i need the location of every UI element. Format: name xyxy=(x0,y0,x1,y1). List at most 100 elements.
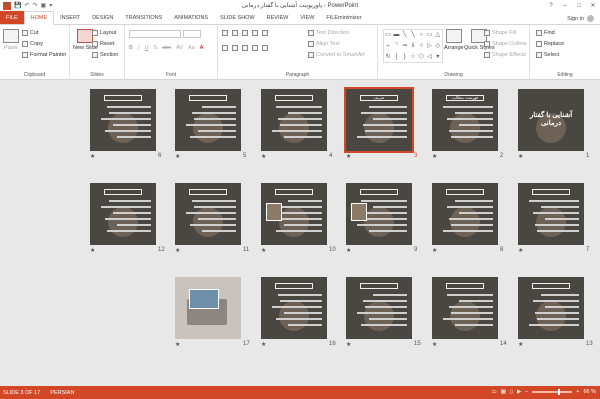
shape-option[interactable]: ▭ xyxy=(384,30,392,41)
transition-star-icon[interactable]: ★ xyxy=(518,341,523,348)
minimize-button[interactable]: – xyxy=(558,0,572,11)
slide-thumbnail[interactable] xyxy=(90,183,156,245)
tab-transitions[interactable]: TRANSITIONS xyxy=(119,11,168,24)
customize-toolbar-icon[interactable]: ▾ xyxy=(49,3,52,9)
maximize-button[interactable]: □ xyxy=(572,0,586,11)
slide-thumbnail[interactable] xyxy=(432,277,498,339)
close-button[interactable]: ✕ xyxy=(586,0,600,11)
transition-star-icon[interactable]: ★ xyxy=(432,341,437,348)
normal-view-icon[interactable]: ▭ xyxy=(492,389,497,395)
slide-thumbnail[interactable] xyxy=(518,277,584,339)
slide-thumbnail[interactable] xyxy=(346,277,412,339)
redo-icon[interactable]: ↷ xyxy=(33,3,38,9)
bold-button[interactable]: B xyxy=(129,45,133,51)
save-icon[interactable]: 💾 xyxy=(14,3,21,9)
select-button[interactable]: Select xyxy=(536,52,559,58)
strikethrough-button[interactable]: abc xyxy=(162,45,171,51)
increase-indent-icon[interactable] xyxy=(252,30,258,36)
slide-thumbnail[interactable] xyxy=(261,89,327,151)
font-color-button[interactable]: A xyxy=(200,45,204,51)
shape-option[interactable]: ☆ xyxy=(417,41,425,52)
undo-icon[interactable]: ↶ xyxy=(24,3,29,9)
slide-thumbnail[interactable] xyxy=(175,183,241,245)
shape-option[interactable]: ╲ xyxy=(409,30,417,41)
slide-sorter-view-icon[interactable]: ▦ xyxy=(501,389,506,395)
sign-in-link[interactable]: Sign in xyxy=(567,16,584,22)
shape-option[interactable]: ☆ xyxy=(409,52,417,63)
zoom-level[interactable]: 66 % xyxy=(583,389,596,395)
columns-icon[interactable] xyxy=(262,45,268,51)
slide-thumbnail[interactable] xyxy=(175,277,241,339)
shape-option[interactable]: ▬ xyxy=(392,30,400,41)
transition-star-icon[interactable]: ★ xyxy=(175,247,180,254)
start-slideshow-icon[interactable]: ▣ xyxy=(41,3,47,9)
find-button[interactable]: Find xyxy=(536,30,555,36)
paste-button[interactable]: Paste xyxy=(3,29,19,51)
transition-star-icon[interactable]: ★ xyxy=(175,341,180,348)
line-spacing-icon[interactable] xyxy=(262,30,268,36)
tab-home[interactable]: HOME xyxy=(23,11,55,25)
shadow-button[interactable]: S xyxy=(154,45,158,51)
shape-option[interactable]: ⌐ xyxy=(384,41,392,52)
tab-slide-show[interactable]: SLIDE SHOW xyxy=(214,11,261,24)
transition-star-icon[interactable]: ★ xyxy=(432,247,437,254)
character-spacing-button[interactable]: AV xyxy=(176,45,183,51)
italic-button[interactable]: I xyxy=(138,45,140,51)
shape-option[interactable]: ○ xyxy=(417,30,425,41)
decrease-indent-icon[interactable] xyxy=(242,30,248,36)
shape-outline-button[interactable]: Shape Outline xyxy=(484,41,527,47)
shape-option[interactable]: { xyxy=(392,52,400,63)
format-painter-button[interactable]: Format Painter xyxy=(22,52,66,58)
align-center-icon[interactable] xyxy=(232,45,238,51)
transition-star-icon[interactable]: ★ xyxy=(346,247,351,254)
tab-insert[interactable]: INSERT xyxy=(54,11,86,24)
slide-thumbnail[interactable] xyxy=(518,183,584,245)
shape-option[interactable]: ⬠ xyxy=(417,52,425,63)
transition-star-icon[interactable]: ★ xyxy=(346,153,351,160)
transition-star-icon[interactable]: ★ xyxy=(518,153,523,160)
shape-option[interactable]: ◇ xyxy=(434,41,442,52)
transition-star-icon[interactable]: ★ xyxy=(175,153,180,160)
help-icon[interactable]: ? xyxy=(544,0,558,11)
layout-button[interactable]: Layout xyxy=(92,30,117,36)
zoom-out-button[interactable]: – xyxy=(525,389,528,395)
transition-star-icon[interactable]: ★ xyxy=(261,153,266,160)
slide-thumbnail[interactable] xyxy=(261,277,327,339)
reset-button[interactable]: Reset xyxy=(92,41,114,47)
replace-button[interactable]: Replace xyxy=(536,41,564,47)
transition-star-icon[interactable]: ★ xyxy=(346,341,351,348)
tab-fileminimizer[interactable]: FILEminimizer xyxy=(320,11,367,24)
tab-review[interactable]: REVIEW xyxy=(261,11,295,24)
convert-smartart-button[interactable]: Convert to SmartArt xyxy=(308,52,365,58)
transition-star-icon[interactable]: ★ xyxy=(432,153,437,160)
slideshow-view-icon[interactable]: ▶ xyxy=(517,389,521,395)
change-case-button[interactable]: Aa xyxy=(188,45,195,51)
shapes-gallery[interactable]: ▭ ▬ ╲ ╲ ○ ▭ △ ⌐ ⌝ ⇒ ⇓ ☆ ▷ ◇ ↻{} ☆ ⬠ ◁ ▾ xyxy=(383,29,443,63)
slide-thumbnail[interactable] xyxy=(261,183,327,245)
transition-star-icon[interactable]: ★ xyxy=(261,247,266,254)
copy-button[interactable]: Copy xyxy=(22,41,43,47)
transition-star-icon[interactable]: ★ xyxy=(90,153,95,160)
slide-thumbnail[interactable]: فهرست مطالب xyxy=(432,89,498,151)
shape-effects-button[interactable]: Shape Effects xyxy=(484,52,526,58)
slide-thumbnail[interactable] xyxy=(175,89,241,151)
shape-option[interactable]: ╲ xyxy=(401,30,409,41)
transition-star-icon[interactable]: ★ xyxy=(90,247,95,254)
underline-button[interactable]: U xyxy=(145,45,149,51)
tab-design[interactable]: DESIGN xyxy=(86,11,119,24)
section-button[interactable]: Section xyxy=(92,52,118,58)
text-direction-button[interactable]: Text Direction xyxy=(308,30,349,36)
tab-animations[interactable]: ANIMATIONS xyxy=(168,11,214,24)
tab-file[interactable]: FILE xyxy=(0,11,24,24)
shape-option[interactable]: △ xyxy=(434,30,442,41)
transition-star-icon[interactable]: ★ xyxy=(261,341,266,348)
arrange-button[interactable]: Arrange xyxy=(444,29,464,51)
shape-option[interactable]: ▭ xyxy=(425,30,433,41)
zoom-in-button[interactable]: + xyxy=(576,389,579,395)
slide-thumbnail[interactable] xyxy=(346,183,412,245)
shape-option[interactable]: ⇓ xyxy=(409,41,417,52)
align-right-icon[interactable] xyxy=(242,45,248,51)
shape-option[interactable]: } xyxy=(401,52,409,63)
zoom-slider[interactable] xyxy=(532,389,573,395)
shape-option[interactable]: ↻ xyxy=(384,52,392,63)
